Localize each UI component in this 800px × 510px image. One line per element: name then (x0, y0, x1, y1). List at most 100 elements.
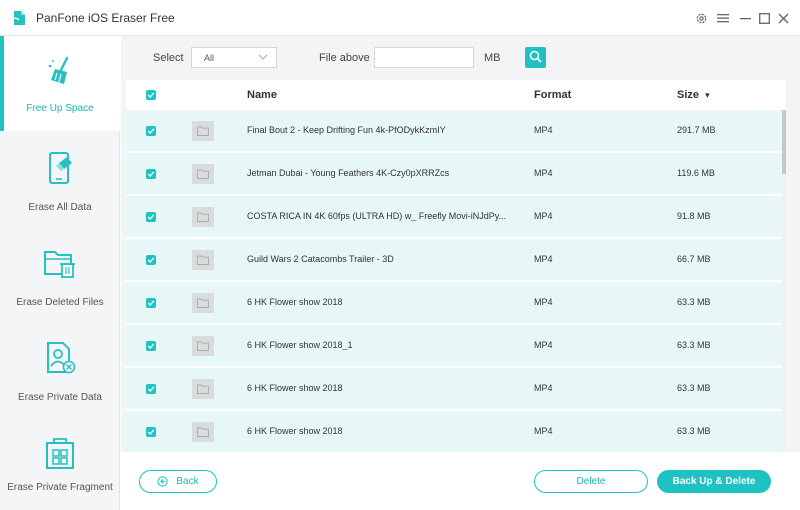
row-checkbox[interactable] (146, 341, 156, 351)
title-bar: PanFone iOS Eraser Free (0, 0, 800, 36)
column-header-format[interactable]: Format (534, 89, 571, 101)
file-rows: Final Bout 2 - Keep Drifting Fun 4k-PfOD… (126, 110, 786, 452)
sidebar-item-label: Erase Private Fragment (7, 482, 113, 493)
folder-trash-icon (41, 244, 79, 282)
file-size: 91.8 MB (677, 211, 711, 221)
chevron-down-icon (258, 52, 268, 62)
search-icon (529, 50, 542, 66)
folder-icon (192, 293, 214, 313)
file-format: MP4 (534, 211, 553, 221)
file-size: 66.7 MB (677, 254, 711, 264)
row-checkbox[interactable] (146, 255, 156, 265)
file-above-input[interactable] (374, 47, 474, 68)
search-button[interactable] (525, 47, 546, 68)
file-size: 119.6 MB (677, 168, 715, 178)
folder-icon (192, 379, 214, 399)
row-checkbox[interactable] (146, 298, 156, 308)
sidebar-item-erase-private-fragment[interactable]: Erase Private Fragment (0, 416, 120, 510)
file-name: 6 HK Flower show 2018 (247, 297, 343, 307)
file-format: MP4 (534, 383, 553, 393)
maximize-icon[interactable] (757, 11, 771, 25)
sidebar-item-erase-private-data[interactable]: Erase Private Data (0, 321, 120, 416)
table-row[interactable]: Final Bout 2 - Keep Drifting Fun 4k-PfOD… (126, 110, 782, 152)
back-arrow-icon (157, 476, 168, 487)
select-all-checkbox[interactable] (146, 90, 156, 100)
main-content: Select All File above MB Name Format Siz… (121, 36, 800, 510)
sort-desc-icon: ▾ (705, 90, 710, 100)
folder-icon (192, 207, 214, 227)
menu-icon[interactable] (716, 11, 730, 25)
row-checkbox[interactable] (146, 427, 156, 437)
table-row[interactable]: 6 HK Flower show 2018 MP4 63.3 MB (126, 368, 782, 410)
file-size: 63.3 MB (677, 340, 711, 350)
sidebar-item-erase-all-data[interactable]: Erase All Data (0, 131, 120, 226)
table-row[interactable]: 6 HK Flower show 2018 MP4 63.3 MB (126, 282, 782, 324)
unit-label: MB (484, 52, 501, 64)
sidebar: Free Up Space Erase All Data Erase Delet (0, 36, 120, 510)
private-file-icon (41, 339, 79, 377)
sidebar-item-label: Free Up Space (26, 103, 94, 114)
folder-icon (192, 250, 214, 270)
folder-icon (192, 164, 214, 184)
broom-icon (43, 52, 81, 90)
row-checkbox[interactable] (146, 212, 156, 222)
select-label: Select (153, 52, 184, 64)
filter-toolbar: Select All File above MB (121, 36, 800, 80)
scrollbar-thumb[interactable] (782, 110, 786, 174)
table-row[interactable]: 6 HK Flower show 2018_1 MP4 63.3 MB (126, 325, 782, 367)
file-name: Jetman Dubai - Young Feathers 4K-Czy0pXR… (247, 168, 450, 178)
sidebar-item-label: Erase All Data (28, 202, 92, 213)
file-format: MP4 (534, 426, 553, 436)
folder-icon (192, 121, 214, 141)
row-checkbox[interactable] (146, 384, 156, 394)
size-header-label: Size (677, 89, 700, 101)
file-size: 63.3 MB (677, 426, 711, 436)
file-name: Guild Wars 2 Catacombs Trailer - 3D (247, 254, 394, 264)
sidebar-item-label: Erase Private Data (18, 392, 102, 403)
file-format: MP4 (534, 125, 553, 135)
folder-icon (192, 422, 214, 442)
file-above-label: File above (319, 52, 370, 64)
table-header: Name Format Size ▾ (126, 80, 786, 110)
file-format: MP4 (534, 254, 553, 264)
file-size: 63.3 MB (677, 383, 711, 393)
file-list-panel: Name Format Size ▾ Final Bout 2 - Keep D… (126, 80, 786, 452)
sidebar-item-free-up-space[interactable]: Free Up Space (0, 36, 120, 131)
file-name: COSTA RICA IN 4K 60fps (ULTRA HD) w_ Fre… (247, 211, 507, 221)
file-name: 6 HK Flower show 2018_1 (247, 340, 353, 350)
phone-eraser-icon (41, 149, 79, 187)
backup-delete-label: Back Up & Delete (672, 476, 756, 487)
minimize-icon[interactable] (738, 11, 752, 25)
column-header-size[interactable]: Size ▾ (677, 89, 710, 101)
fragment-grid-icon (41, 434, 79, 472)
row-checkbox[interactable] (146, 169, 156, 179)
sidebar-item-erase-deleted-files[interactable]: Erase Deleted Files (0, 226, 120, 321)
folder-icon (192, 336, 214, 356)
table-row[interactable]: Jetman Dubai - Young Feathers 4K-Czy0pXR… (126, 153, 782, 195)
app-logo-icon (10, 9, 28, 27)
select-dropdown[interactable]: All (191, 47, 277, 68)
file-format: MP4 (534, 340, 553, 350)
backup-delete-button[interactable]: Back Up & Delete (657, 470, 771, 493)
back-label: Back (176, 476, 199, 487)
action-bar: Back Delete Back Up & Delete (121, 452, 800, 510)
table-row[interactable]: COSTA RICA IN 4K 60fps (ULTRA HD) w_ Fre… (126, 196, 782, 238)
file-name: Final Bout 2 - Keep Drifting Fun 4k-PfOD… (247, 125, 446, 135)
gear-icon[interactable] (694, 11, 708, 25)
window-title: PanFone iOS Eraser Free (36, 11, 175, 25)
delete-label: Delete (576, 476, 606, 487)
delete-button[interactable]: Delete (534, 470, 648, 493)
file-size: 63.3 MB (677, 297, 711, 307)
column-header-name[interactable]: Name (247, 89, 277, 101)
select-value: All (204, 53, 215, 63)
table-row[interactable]: 6 HK Flower show 2018 MP4 63.3 MB (126, 411, 782, 452)
table-row[interactable]: Guild Wars 2 Catacombs Trailer - 3D MP4 … (126, 239, 782, 281)
file-name: 6 HK Flower show 2018 (247, 426, 343, 436)
close-icon[interactable] (776, 11, 790, 25)
file-size: 291.7 MB (677, 125, 716, 135)
back-button[interactable]: Back (139, 470, 217, 493)
file-name: 6 HK Flower show 2018 (247, 383, 343, 393)
file-format: MP4 (534, 168, 553, 178)
file-format: MP4 (534, 297, 553, 307)
row-checkbox[interactable] (146, 126, 156, 136)
